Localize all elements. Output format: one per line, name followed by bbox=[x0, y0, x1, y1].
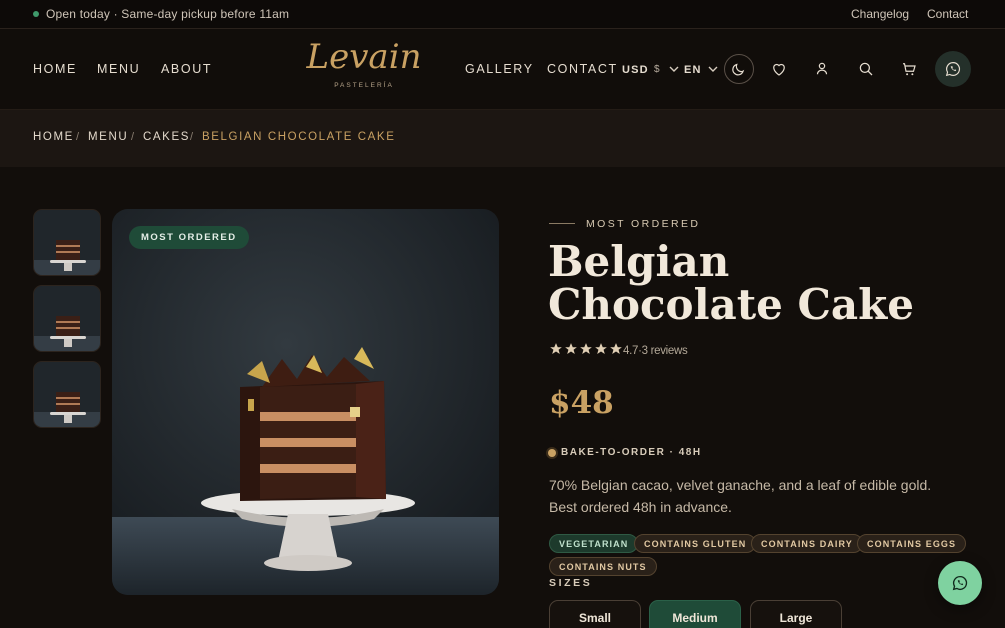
whatsapp-icon bbox=[945, 62, 961, 77]
star-icon bbox=[580, 343, 592, 354]
nav-contact[interactable]: CONTACT bbox=[547, 62, 618, 76]
size-option-small[interactable]: Small bbox=[549, 600, 641, 628]
heart-icon bbox=[773, 63, 785, 76]
product-description: 70% Belgian cacao, velvet ganache, and a… bbox=[549, 477, 932, 515]
breadcrumb-separator: / bbox=[131, 131, 135, 143]
breadcrumb-cakes[interactable]: CAKES bbox=[143, 131, 190, 143]
whatsapp-button[interactable] bbox=[935, 51, 971, 87]
account-button[interactable] bbox=[807, 54, 837, 84]
cake-thumbnail-image bbox=[34, 362, 100, 427]
breadcrumb-menu[interactable]: MENU bbox=[88, 131, 128, 143]
open-status-dot bbox=[33, 11, 39, 17]
breadcrumb-separator: / bbox=[190, 131, 194, 143]
breadcrumb: HOME / MENU / CAKES / BELGIAN CHOCOLATE … bbox=[0, 110, 1005, 167]
bake-to-order-note: BAKE-TO-ORDER · 48H bbox=[561, 447, 702, 458]
gallery-thumbnail[interactable] bbox=[33, 285, 101, 352]
contact-link[interactable]: Contact bbox=[927, 7, 968, 21]
cart-icon bbox=[903, 63, 916, 76]
bake-status-dot bbox=[548, 449, 556, 457]
floating-whatsapp-button[interactable] bbox=[938, 561, 982, 605]
allergen-tag: CONTAINS GLUTEN bbox=[634, 534, 757, 553]
most-ordered-badge: MOST ORDERED bbox=[129, 226, 249, 249]
product-eyebrow: MOST ORDERED bbox=[586, 218, 701, 230]
theme-toggle-button[interactable] bbox=[724, 54, 754, 84]
language-code: EN bbox=[684, 64, 702, 76]
nav-about[interactable]: ABOUT bbox=[161, 62, 212, 76]
star-icon bbox=[565, 343, 577, 354]
cart-button[interactable] bbox=[894, 54, 924, 84]
user-icon bbox=[816, 62, 828, 75]
currency-code: USD bbox=[622, 64, 649, 76]
moon-icon bbox=[732, 63, 745, 76]
eyebrow-divider bbox=[549, 223, 575, 224]
allergen-tag: CONTAINS NUTS bbox=[549, 557, 657, 576]
product-main-image[interactable] bbox=[112, 209, 499, 595]
star-icon bbox=[550, 343, 562, 354]
rating-stars bbox=[549, 342, 623, 356]
cake-thumbnail-image bbox=[34, 210, 100, 275]
currency-symbol: $ bbox=[654, 64, 660, 75]
whatsapp-icon bbox=[952, 575, 968, 591]
cake-photo bbox=[112, 209, 499, 595]
breadcrumb-separator: / bbox=[76, 131, 80, 143]
product-title: Belgian Chocolate Cake bbox=[548, 237, 914, 329]
search-button[interactable] bbox=[851, 54, 881, 84]
logo-subtitle: PASTELERÍA bbox=[334, 82, 394, 89]
chevron-down-icon bbox=[708, 66, 718, 72]
size-option-large[interactable]: Large bbox=[750, 600, 842, 628]
breadcrumb-current: BELGIAN CHOCOLATE CAKE bbox=[202, 131, 396, 143]
site-header: HOME MENU ABOUT Levain PASTELERÍA GALLER… bbox=[0, 29, 1005, 110]
logo-wordmark: Levain bbox=[306, 37, 422, 77]
sizes-label: SIZES bbox=[549, 577, 593, 589]
allergen-tag: CONTAINS EGGS bbox=[857, 534, 967, 553]
breadcrumb-home[interactable]: HOME bbox=[33, 131, 74, 143]
changelog-link[interactable]: Changelog bbox=[851, 7, 909, 21]
allergen-tag: CONTAINS DAIRY bbox=[751, 534, 863, 553]
announcement-text: Open today · Same-day pickup before 11am bbox=[46, 7, 290, 21]
star-icon bbox=[610, 343, 622, 354]
gallery-thumbnail[interactable] bbox=[33, 209, 101, 276]
chevron-down-icon bbox=[669, 66, 679, 72]
announcement-bar: Open today · Same-day pickup before 11am… bbox=[0, 0, 1005, 29]
gallery-thumbnail[interactable] bbox=[33, 361, 101, 428]
product-price: $48 bbox=[549, 385, 614, 421]
nav-home[interactable]: HOME bbox=[33, 62, 77, 76]
cake-thumbnail-image bbox=[34, 286, 100, 351]
nav-menu[interactable]: MENU bbox=[97, 62, 140, 76]
size-option-medium[interactable]: Medium bbox=[649, 600, 741, 628]
nav-gallery[interactable]: GALLERY bbox=[465, 62, 534, 76]
wishlist-button[interactable] bbox=[764, 54, 794, 84]
rating-text[interactable]: 4.7·3 reviews bbox=[623, 345, 688, 357]
search-icon bbox=[859, 62, 873, 76]
star-icon bbox=[595, 343, 607, 354]
dietary-tag: VEGETARIAN bbox=[549, 534, 639, 553]
